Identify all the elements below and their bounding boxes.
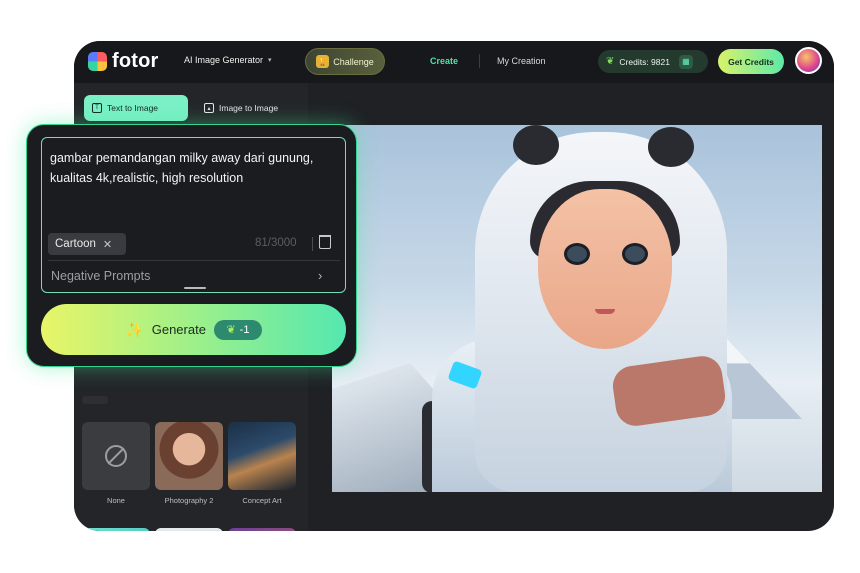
credit-cost-badge: ❦ -1 <box>213 319 262 340</box>
face-shape <box>538 189 672 349</box>
logo-icon <box>88 52 107 71</box>
generated-image-preview[interactable] <box>332 125 822 492</box>
text-icon: T <box>92 103 102 113</box>
challenge-button[interactable]: 🏆 Challenge <box>305 48 385 75</box>
credits-label: Credits: 9821 <box>619 56 670 67</box>
fotor-logo[interactable]: fotor <box>88 50 159 73</box>
gift-icon[interactable]: ▦ <box>678 54 693 69</box>
style-scroll-stub <box>82 396 108 404</box>
style-label: Photography 2 <box>164 496 214 505</box>
hood-ear-left <box>513 125 559 165</box>
challenge-label: Challenge <box>333 56 374 67</box>
prompt-panel: gambar pemandangan milky away dari gunun… <box>26 124 357 367</box>
tab-text-to-image[interactable]: T Text to Image <box>84 95 188 121</box>
negative-prompts-toggle[interactable]: Negative Prompts <box>51 269 150 283</box>
nav-create[interactable]: Create <box>430 56 458 66</box>
ai-image-generator-label: AI Image Generator <box>184 55 264 65</box>
logo-text: fotor <box>112 50 159 72</box>
eye-right <box>622 243 648 265</box>
style-thumbnail-selected[interactable] <box>155 528 223 531</box>
hood-ear-right <box>648 127 694 167</box>
generate-label: Generate <box>151 322 206 337</box>
nav-divider <box>479 54 480 68</box>
tab-label: Text to Image <box>107 103 159 113</box>
style-label: None <box>107 496 125 505</box>
counter-divider <box>312 237 313 251</box>
prompt-textarea[interactable]: gambar pemandangan milky away dari gunun… <box>50 148 330 188</box>
trophy-icon: 🏆 <box>316 55 330 68</box>
trash-icon[interactable] <box>319 235 331 249</box>
credits-badge[interactable]: ❦ Credits: 9821 ▦ <box>598 50 708 73</box>
style-thumbnail-anime[interactable] <box>82 528 150 531</box>
chevron-down-icon: ▾ <box>268 57 272 64</box>
style-tag[interactable]: Cartoon ✕ <box>48 233 126 255</box>
magic-wand-icon: ✨ <box>125 321 144 339</box>
tab-label: Image to Image <box>219 103 279 113</box>
leaf-icon: ❦ <box>606 56 615 67</box>
style-none[interactable] <box>82 422 150 490</box>
nav-my-creation[interactable]: My Creation <box>497 56 546 66</box>
leaf-icon: ❦ <box>226 324 236 336</box>
prompt-input-box[interactable]: gambar pemandangan milky away dari gunun… <box>41 137 346 293</box>
style-thumbnail-3d[interactable] <box>228 528 296 531</box>
style-tag-label: Cartoon <box>55 238 96 250</box>
chevron-right-icon[interactable]: › <box>318 268 322 283</box>
negative-divider <box>48 260 340 261</box>
resize-handle[interactable] <box>184 287 206 289</box>
style-concept-art[interactable] <box>228 422 296 490</box>
top-navbar: fotor AI Image Generator ▾ 🏆 Challenge C… <box>74 41 834 83</box>
avatar[interactable] <box>795 47 822 74</box>
close-icon[interactable]: ✕ <box>103 238 112 251</box>
character-counter: 81/3000 <box>255 237 297 249</box>
none-icon <box>105 445 127 467</box>
style-label: Concept Art <box>242 496 282 505</box>
eye-left <box>564 243 590 265</box>
credit-cost-value: -1 <box>239 323 250 336</box>
image-icon: ▴ <box>204 103 214 113</box>
get-credits-button[interactable]: Get Credits <box>718 49 784 74</box>
tab-image-to-image[interactable]: ▴ Image to Image <box>196 95 300 121</box>
style-photography-2[interactable] <box>155 422 223 490</box>
mouth-shape <box>595 309 615 314</box>
ai-image-generator-dropdown[interactable]: AI Image Generator ▾ <box>184 55 272 65</box>
generate-button[interactable]: ✨ Generate ❦ -1 <box>41 304 346 355</box>
